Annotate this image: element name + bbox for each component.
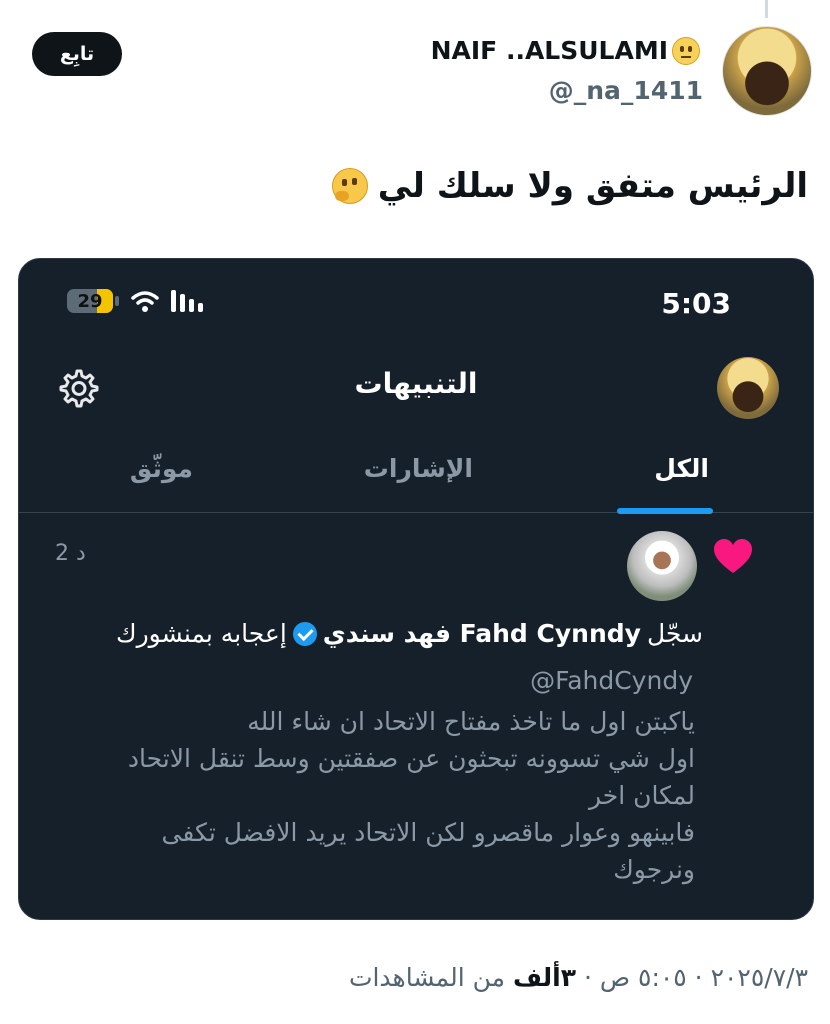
verified-badge-icon [292, 621, 317, 646]
tweet-datetime[interactable]: ٢٠٢٥/٧/٣ · ٥:٠٥ ص · [576, 963, 808, 992]
tab-all[interactable]: الكل [654, 454, 709, 483]
tab-mentions[interactable]: الإشارات [364, 454, 473, 483]
tab-verified[interactable]: موثّق [130, 454, 193, 483]
views-label: من المشاهدات [348, 963, 513, 992]
liker-avatar[interactable] [627, 531, 697, 601]
tweet-metadata: ٢٠٢٥/٧/٣ · ٥:٠٥ ص · ٣ألف من المشاهدات [349, 963, 808, 992]
author-name-row[interactable]: NAIF ..ALSULAMI [431, 36, 700, 65]
notification-suffix: إعجابه بمنشورك [116, 619, 287, 648]
status-time: 5:03 [661, 287, 731, 320]
attached-screenshot[interactable]: 29 5:03 التنبيهات الكل الإشارات موثّق 2 … [18, 258, 814, 920]
active-tab-indicator [617, 508, 713, 514]
tweet-text-content: الرئيس متفق ولا سلك لي [377, 166, 808, 206]
signal-icon [171, 290, 203, 312]
notification-tabs: الكل الإشارات موثّق [19, 434, 813, 514]
heart-icon [714, 539, 752, 573]
author-handle[interactable]: @_na_1411 [549, 76, 703, 105]
liker-handle[interactable]: @FahdCyndy [530, 666, 693, 695]
thread-connector-line [765, 0, 768, 18]
status-icons: 29 [67, 289, 203, 313]
author-name[interactable]: NAIF ..ALSULAMI [431, 36, 668, 65]
thinking-face-emoji-icon [331, 168, 368, 204]
like-notification-text[interactable]: سجّل Fahd Cynndy فهد سندي إعجابه بمنشورك [116, 619, 703, 648]
liked-post-text: ياكبتن اول ما تاخذ مفتاح الاتحاد ان شاء … [127, 707, 695, 884]
notification-time: 2 د [55, 541, 86, 566]
author-avatar[interactable] [722, 26, 812, 116]
notification-prefix: سجّل [646, 619, 703, 648]
view-count[interactable]: ٣ألف [513, 963, 576, 992]
follow-button[interactable]: تابِع [32, 32, 122, 76]
wifi-icon [131, 291, 159, 312]
liker-name[interactable]: Fahd Cynndy فهد سندي [323, 619, 641, 648]
tweet-text: الرئيس متفق ولا سلك لي [331, 166, 808, 206]
battery-icon: 29 [67, 289, 113, 313]
notifications-title: التنبيهات [354, 367, 478, 400]
battery-level: 29 [77, 290, 103, 312]
neutral-face-emoji-icon [672, 36, 700, 65]
profile-avatar[interactable] [717, 357, 779, 419]
